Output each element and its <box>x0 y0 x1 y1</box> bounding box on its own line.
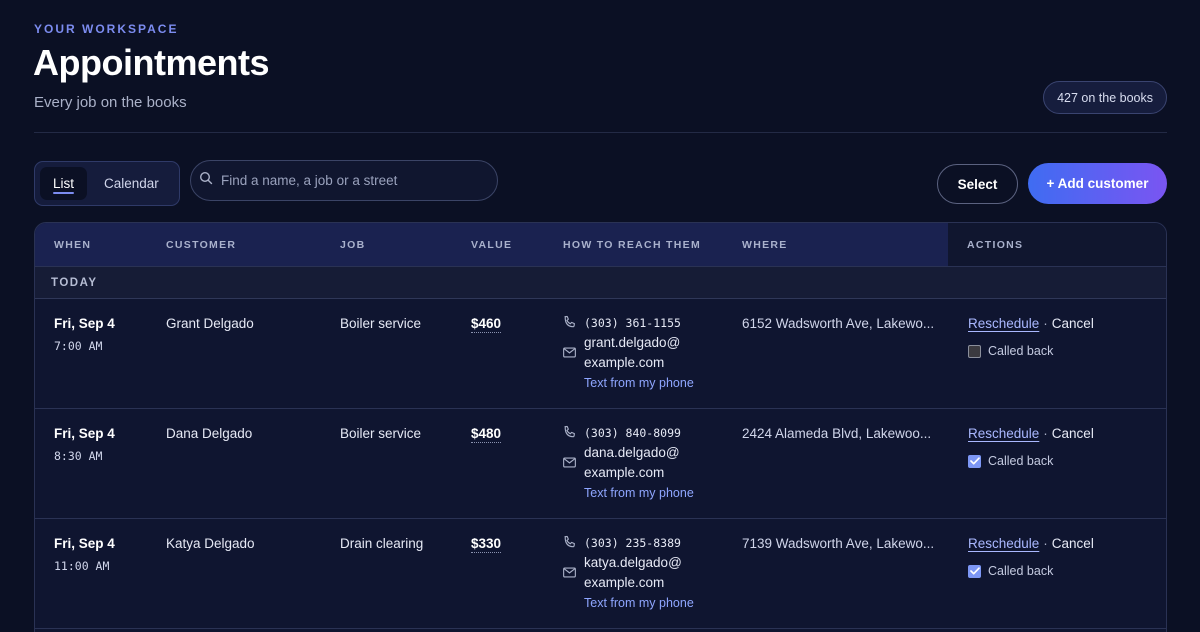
column-header-contact: HOW TO REACH THEM <box>563 239 701 251</box>
mail-icon <box>563 345 576 363</box>
search-icon <box>199 171 213 190</box>
appointment-date: Fri, Sep 4 <box>54 426 115 441</box>
table-row: Fri, Sep 4 7:00 AM Grant Delgado Boiler … <box>35 299 1166 409</box>
text-from-phone-link[interactable]: Text from my phone <box>584 486 694 500</box>
customer-name: Dana Delgado <box>166 426 253 441</box>
search-box <box>190 160 498 201</box>
table-row: Fri, Sep 4 11:00 AM Katya Delgado Drain … <box>35 519 1166 629</box>
called-back-label: Called back <box>988 344 1054 358</box>
appointments-table: WHEN CUSTOMER JOB VALUE HOW TO REACH THE… <box>34 222 1167 632</box>
appointment-date: Fri, Sep 4 <box>54 536 115 551</box>
appointments-page: YOUR WORKSPACE Appointments Every job on… <box>0 0 1200 632</box>
phone-number[interactable]: (303) 840-8099 <box>584 426 681 440</box>
job-value: $460 <box>471 316 502 333</box>
text-from-phone-link[interactable]: Text from my phone <box>584 596 694 610</box>
page-title: Appointments <box>33 42 269 83</box>
column-header-actions: ACTIONS <box>967 239 1024 251</box>
called-back-checkbox[interactable] <box>968 564 981 578</box>
job-type: Boiler service <box>340 316 422 331</box>
column-header-value: VALUE <box>471 239 513 251</box>
email-line-1: dana.delgado@ <box>584 445 680 460</box>
table-row: Fri, Sep 4 8:30 AM Dana Delgado Boiler s… <box>35 409 1166 519</box>
address: 7139 Wadsworth Ave, Lakewo... <box>742 536 935 551</box>
text-from-phone-link[interactable]: Text from my phone <box>584 376 694 390</box>
phone-icon <box>562 315 577 335</box>
workspace-eyebrow: YOUR WORKSPACE <box>34 22 179 36</box>
page-subtitle: Every job on the books <box>34 94 187 111</box>
view-toggle: List Calendar <box>34 161 180 206</box>
reschedule-link[interactable]: Reschedule <box>968 536 1039 551</box>
phone-icon <box>562 535 577 555</box>
group-header-today: TODAY <box>35 267 1166 299</box>
column-header-customer: CUSTOMER <box>166 239 237 251</box>
called-back-label: Called back <box>988 564 1054 578</box>
total-count-badge: 427 on the books <box>1043 81 1167 114</box>
phone-number[interactable]: (303) 235-8389 <box>584 536 681 550</box>
email-address[interactable]: katya.delgado@ example.com <box>584 553 682 593</box>
cancel-link[interactable]: Cancel <box>1052 536 1094 551</box>
called-back-checkbox[interactable] <box>968 454 981 468</box>
cancel-link[interactable]: Cancel <box>1052 426 1094 441</box>
check-icon <box>969 457 980 465</box>
email-line-1: katya.delgado@ <box>584 555 682 570</box>
phone-icon <box>562 425 577 445</box>
email-line-2: example.com <box>584 355 665 370</box>
phone-number[interactable]: (303) 361-1155 <box>584 316 681 330</box>
row-actions: Reschedule · Cancel <box>968 536 1094 551</box>
called-back-toggle[interactable]: Called back <box>968 564 1053 578</box>
appointment-time: 7:00 AM <box>54 339 103 353</box>
column-header-job: JOB <box>340 239 366 251</box>
email-line-1: grant.delgado@ <box>584 335 681 350</box>
job-value: $480 <box>471 426 502 443</box>
group-label: TODAY <box>51 277 98 289</box>
job-type: Boiler service <box>340 426 422 441</box>
row-actions: Reschedule · Cancel <box>968 426 1094 441</box>
customer-name: Grant Delgado <box>166 316 254 331</box>
header-divider <box>34 132 1167 133</box>
email-line-2: example.com <box>584 575 665 590</box>
called-back-toggle[interactable]: Called back <box>968 344 1053 358</box>
add-customer-button[interactable]: + Add customer <box>1028 163 1167 204</box>
mail-icon <box>563 455 576 473</box>
select-button[interactable]: Select <box>937 164 1018 204</box>
job-type: Drain clearing <box>340 536 424 551</box>
address: 6152 Wadsworth Ave, Lakewo... <box>742 316 935 331</box>
appointment-time: 11:00 AM <box>54 559 110 573</box>
email-line-2: example.com <box>584 465 665 480</box>
called-back-label: Called back <box>988 454 1054 468</box>
table-header: WHEN CUSTOMER JOB VALUE HOW TO REACH THE… <box>35 223 1166 267</box>
column-header-where: WHERE <box>742 239 788 251</box>
cancel-link[interactable]: Cancel <box>1052 316 1094 331</box>
tab-list[interactable]: List <box>40 167 88 200</box>
reschedule-link[interactable]: Reschedule <box>968 316 1039 331</box>
appointment-date: Fri, Sep 4 <box>54 316 115 331</box>
customer-name: Katya Delgado <box>166 536 255 551</box>
tab-calendar[interactable]: Calendar <box>91 167 172 200</box>
reschedule-link[interactable]: Reschedule <box>968 426 1039 441</box>
called-back-checkbox[interactable] <box>968 344 981 358</box>
called-back-toggle[interactable]: Called back <box>968 454 1053 468</box>
column-header-when: WHEN <box>54 239 92 251</box>
search-input[interactable] <box>221 173 481 188</box>
email-address[interactable]: grant.delgado@ example.com <box>584 333 680 373</box>
check-icon <box>969 567 980 575</box>
row-actions: Reschedule · Cancel <box>968 316 1094 331</box>
job-value: $330 <box>471 536 502 553</box>
appointment-time: 8:30 AM <box>54 449 103 463</box>
mail-icon <box>563 565 576 583</box>
email-address[interactable]: dana.delgado@ example.com <box>584 443 680 483</box>
address: 2424 Alameda Blvd, Lakewoo... <box>742 426 932 441</box>
